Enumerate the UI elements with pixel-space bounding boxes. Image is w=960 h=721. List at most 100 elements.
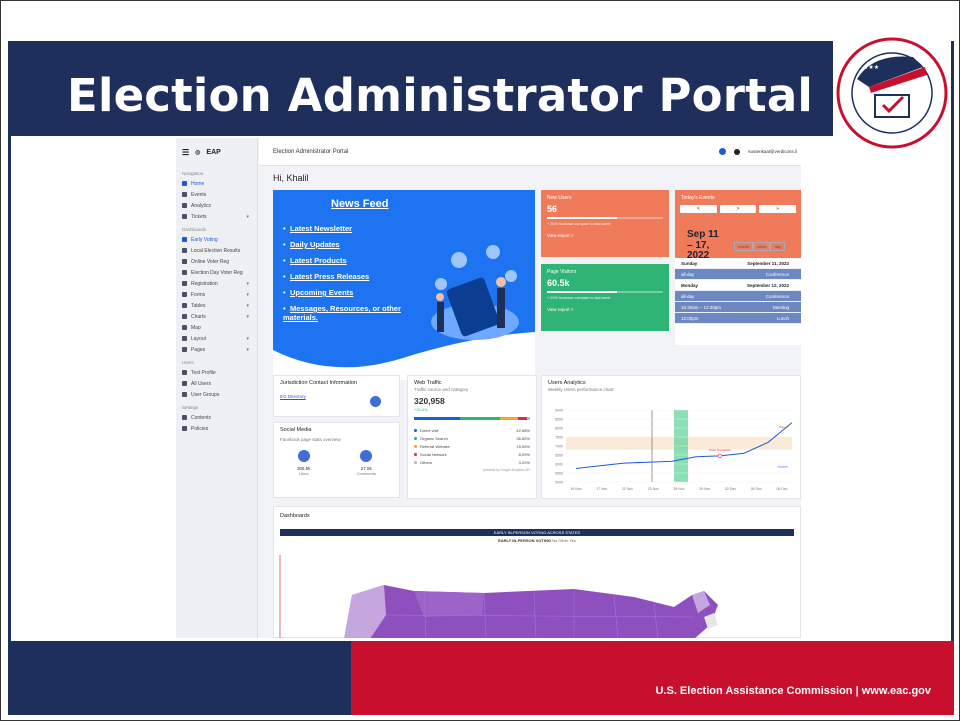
sidebar-item-test-profile[interactable]: Test Profile (176, 367, 257, 378)
event-item[interactable]: 10:30am – 12:30pm Meeting (675, 302, 801, 313)
day-view-button[interactable]: day (770, 242, 785, 251)
new-users-sub: + 35% Increase compare to last week (547, 222, 611, 226)
sidebar-item-registration[interactable]: Registration ▾ (176, 278, 257, 289)
traffic-source-bar (414, 417, 530, 420)
web-traffic-footer: powered by Google Analytics API (483, 468, 530, 472)
chevron-down-icon: ▾ (246, 346, 249, 353)
layout-icon (182, 336, 187, 341)
new-users-view-report[interactable]: View report > (541, 227, 669, 238)
analytics-icon (182, 203, 187, 208)
week-view-button[interactable]: week (753, 242, 771, 251)
sidebar-item-label: Local Election Results (191, 247, 241, 254)
sidebar-item-label: Early Voting (191, 236, 218, 243)
slide: Election Administrator Portal ★★★ ☰ ◎ EA… (0, 0, 960, 721)
users-analytics-card: Users Analytics Weekly Users performance… (541, 375, 801, 499)
home-icon (182, 181, 187, 186)
sidebar-item-local-election-results[interactable]: Local Election Results (176, 245, 257, 256)
map-banner: EARLY IN-PERSON VOTING ACROSS STATES (280, 529, 794, 536)
prev-button[interactable]: < (680, 205, 717, 213)
sidebar-item-label: Election Day Voter Reg (191, 269, 243, 276)
event-left: 10:30am – 12:30pm (681, 304, 722, 310)
user-avatar-icon[interactable] (734, 148, 741, 155)
contact-person-icon[interactable] (370, 396, 381, 407)
event-left: 12:00pm (681, 315, 699, 321)
us-early-voting-map[interactable] (274, 555, 801, 638)
event-item[interactable]: 12:00pm Lunch (675, 313, 801, 324)
social-stats: 306.5k Likes 27.5k Comments (274, 450, 399, 476)
y-tick-label: 7000 (555, 445, 563, 449)
calendar-view-switch: month week day (734, 242, 785, 251)
traffic-source-label: Social Network (420, 451, 447, 457)
sidebar-item-label: Map (191, 324, 201, 331)
event-day-header: Monday September 12, 2022 (675, 280, 801, 291)
sidebar-item-election-day-voter-reg[interactable]: Election Day Voter Reg (176, 267, 257, 278)
notification-bell-icon[interactable] (719, 148, 727, 155)
sidebar-item-forms[interactable]: Forms ▾ (176, 289, 257, 300)
pages-icon (182, 347, 187, 352)
sidebar-item-contents[interactable]: Contents (176, 412, 257, 423)
sidebar-item-tickets[interactable]: Tickets ▾ (176, 211, 257, 222)
news-link-upcoming-events[interactable]: Upcoming Events (283, 288, 423, 297)
sidebar-item-user-groups[interactable]: User Groups (176, 389, 257, 400)
month-view-button[interactable]: month (734, 242, 754, 251)
page-visitors-view-report[interactable]: View report > (541, 301, 669, 312)
greeting: Hi, Khalil (273, 173, 309, 183)
calendar-nav: < > » (675, 205, 801, 213)
x-tick-label: 08 Dec (776, 487, 787, 491)
hamburger-icon[interactable]: ☰ (182, 148, 189, 157)
sidebar-sections: Navigation Home Events Analytics Tickets ▾ Das… (176, 166, 257, 434)
news-link-products[interactable]: Latest Products (283, 256, 423, 265)
y-tick-label: 8500 (555, 418, 563, 422)
chevron-down-icon: ▾ (246, 213, 249, 220)
todays-events-card: Today's Events < > » Sep 11 – 17, 2022 m… (675, 190, 801, 345)
sidebar-item-charts[interactable]: Charts ▾ (176, 311, 257, 322)
sidebar-item-early-voting[interactable]: Early Voting (176, 234, 257, 245)
traffic-source-pct: 36.80% (516, 435, 530, 441)
news-link-press-releases[interactable]: Latest Press Releases (283, 272, 423, 281)
news-link-newsletter[interactable]: Latest Newsletter (283, 224, 423, 233)
x-tick-label: 02 Dec (725, 487, 736, 491)
event-left: all-day (681, 293, 695, 299)
news-feed-title[interactable]: News Feed (331, 198, 388, 210)
legend-dot (414, 428, 417, 432)
footer-text: U.S. Election Assistance Commission | ww… (655, 685, 931, 697)
sidebar-item-layout[interactable]: Layout ▾ (176, 333, 257, 344)
news-link-daily-updates[interactable]: Daily Updates (283, 240, 423, 249)
event-item[interactable]: all-day Conference (675, 291, 801, 302)
chart-icon (182, 314, 187, 319)
event-right: September 11, 2022 (747, 260, 789, 266)
new-users-value: 56 (547, 204, 558, 214)
jurisdiction-card: Jurisdiction Contact Information EO Dire… (273, 375, 400, 417)
right-accent (951, 136, 954, 641)
sidebar-item-all-users[interactable]: All Users (176, 378, 257, 389)
dashboards-title: Dashboards (280, 513, 310, 519)
sidebar-item-home[interactable]: Home (176, 178, 257, 189)
sidebar-item-online-voter-reg[interactable]: Online Voter Reg (176, 256, 257, 267)
web-traffic-title: Web Traffic (414, 380, 442, 386)
news-link-messages[interactable]: Messages, Resources, or other materials. (283, 304, 423, 322)
legend-dot (414, 460, 417, 464)
sidebar-item-events[interactable]: Events (176, 189, 257, 200)
sidebar-item-tables[interactable]: Tables ▾ (176, 300, 257, 311)
annotation-label: Point Annotation (709, 448, 731, 452)
user-email[interactable]: kustenkaal@verdicons.il (748, 149, 797, 154)
eac-seal-logo: ★★★ (833, 9, 951, 157)
calendar-date-range: Sep 11 – 17, 2022 (687, 229, 719, 261)
sidebar-item-policies[interactable]: Policies (176, 423, 257, 434)
web-traffic-card: Web Traffic Traffic source and category … (407, 375, 537, 499)
sidebar-item-map[interactable]: Map (176, 322, 257, 333)
page-visitors-value: 60.5k (547, 278, 570, 288)
event-item[interactable]: all-day Conference (675, 269, 801, 280)
sidebar-item-analytics[interactable]: Analytics (176, 200, 257, 211)
event-left: all-day (681, 271, 695, 277)
user-icon (182, 370, 187, 375)
sidebar-item-label: All Users (191, 380, 212, 387)
grid-icon (182, 248, 187, 253)
footer-navy-band (8, 641, 351, 715)
today-button[interactable]: » (759, 205, 797, 213)
new-users-card: New Users 56 + 35% Increase compare to l… (541, 190, 669, 257)
sidebar-item-pages[interactable]: Pages ▾ (176, 344, 257, 355)
jurisdiction-title: Jurisdiction Contact Information (280, 380, 358, 386)
next-button[interactable]: > (719, 205, 757, 213)
social-media-sub: Facebook page stats overview (280, 437, 341, 442)
